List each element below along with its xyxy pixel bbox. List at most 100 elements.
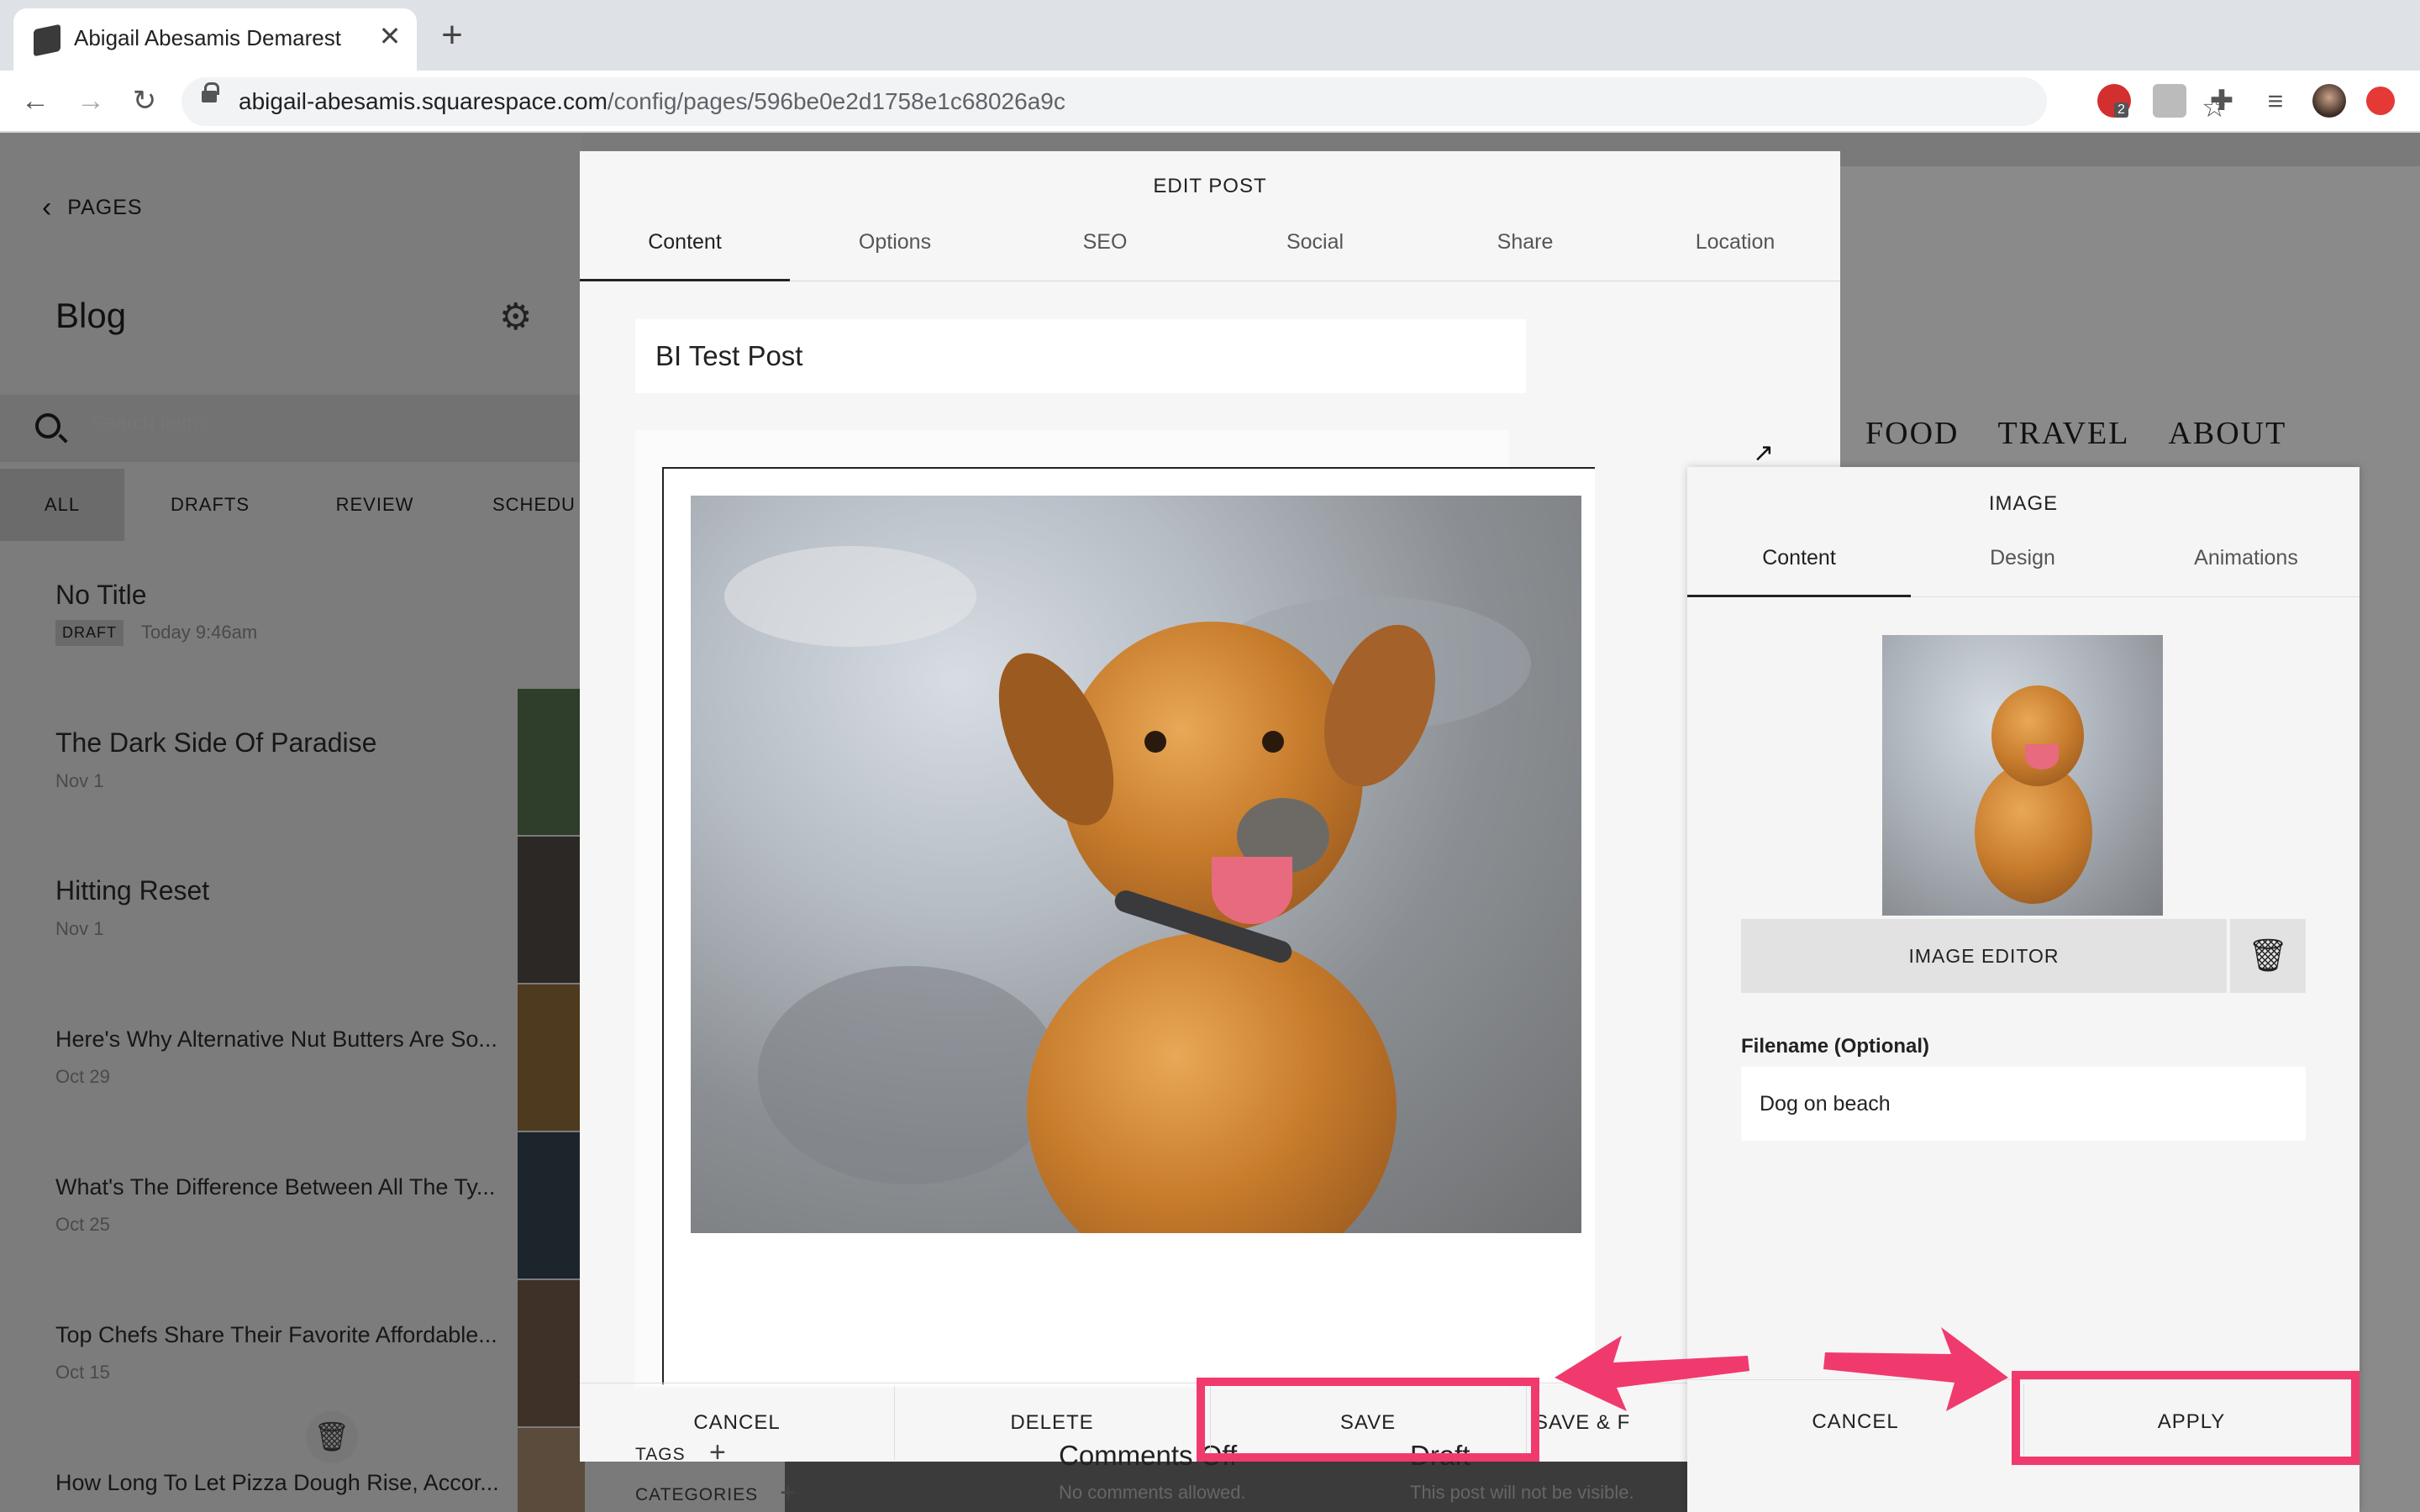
post-status-description: This post will not be visible. — [1410, 1482, 1634, 1503]
post-title: How Long To Let Pizza Dough Rise, Accor.… — [55, 1470, 499, 1495]
post-date: Oct 25 — [55, 1214, 110, 1235]
reload-icon[interactable]: ↻ — [126, 82, 163, 119]
url-text[interactable]: abigail-abesamis.squarespace.com/config/… — [239, 88, 1065, 115]
sand-shadow — [758, 966, 1060, 1184]
post-title: What's The Difference Between All The Ty… — [55, 1174, 496, 1200]
arrow-right-icon — [1823, 1327, 2008, 1411]
dog-body — [1027, 932, 1397, 1233]
expand-icon[interactable]: ↗ — [1753, 438, 1774, 468]
tab-content[interactable]: Content — [1687, 546, 1911, 570]
post-date: Oct 29 — [55, 1066, 110, 1087]
update-alert-icon[interactable] — [2366, 87, 2395, 115]
categories-label: CATEGORIES — [635, 1485, 759, 1504]
browser-toolbar: ← → ↻ abigail-abesamis.squarespace.com/c… — [0, 71, 2420, 133]
chevron-left-icon: ‹ — [42, 192, 53, 223]
nav-travel[interactable]: TRAVEL — [1997, 416, 2129, 451]
tab-social[interactable]: Social — [1210, 230, 1420, 255]
back-arrow-icon[interactable]: ← — [17, 82, 54, 119]
tab-design[interactable]: Design — [1911, 546, 2134, 570]
add-category-icon[interactable]: + — [780, 1477, 797, 1509]
list-item[interactable]: How Long To Let Pizza Dough Rise, Accor.… — [55, 1470, 499, 1496]
url-host: abigail-abesamis.squarespace.com — [239, 88, 608, 114]
back-link-label: PAGES — [67, 196, 143, 219]
filter-tab-scheduled[interactable]: SCHEDU — [492, 469, 581, 541]
post-thumbnail — [518, 1428, 585, 1512]
dog-on-beach-image[interactable] — [691, 496, 1581, 1233]
filename-label: Filename (Optional) — [1741, 1035, 1930, 1058]
cancel-button[interactable]: CANCEL — [580, 1386, 894, 1460]
squarespace-favicon-icon — [34, 24, 60, 57]
url-path: /config/pages/596be0e2d1758e1c68026a9c — [607, 88, 1065, 114]
site-navigation: FOOD TRAVEL ABOUT — [1865, 415, 2325, 452]
pages-sidebar — [0, 133, 581, 1512]
page-title: Blog — [55, 296, 127, 335]
apply-highlight-box — [2012, 1371, 2360, 1465]
dialog-title: EDIT POST — [1153, 175, 1267, 197]
post-thumbnail — [518, 837, 585, 983]
address-bar[interactable]: abigail-abesamis.squarespace.com/config/… — [182, 77, 2227, 126]
list-item[interactable]: Here's Why Alternative Nut Butters Are S… — [55, 1026, 497, 1088]
image-editor-button[interactable]: IMAGE EDITOR — [1741, 919, 2227, 993]
list-item[interactable]: What's The Difference Between All The Ty… — [55, 1174, 495, 1236]
lock-icon — [202, 82, 219, 102]
tab-title: Abigail Abesamis Demarest — [74, 25, 341, 50]
dog-eye — [1144, 731, 1166, 753]
save-highlight-box — [1197, 1378, 1539, 1462]
search-icon — [35, 413, 60, 438]
panel-title: IMAGE — [1988, 492, 2059, 515]
trash-icon[interactable]: 🗑 — [2230, 919, 2306, 993]
comments-description: No comments allowed. — [1059, 1482, 1246, 1503]
post-thumbnail — [518, 689, 585, 835]
list-item[interactable]: The Dark Side Of Paradise Nov 1 — [55, 727, 376, 792]
tab-seo[interactable]: SEO — [1000, 230, 1210, 255]
post-date: Nov 1 — [55, 918, 104, 939]
list-item[interactable]: No Title — [55, 580, 146, 611]
nav-food[interactable]: FOOD — [1865, 416, 1959, 451]
nav-about[interactable]: ABOUT — [2168, 416, 2286, 451]
filter-tab-review[interactable]: REVIEW — [316, 469, 434, 541]
post-title: Top Chefs Share Their Favorite Affordabl… — [55, 1322, 497, 1347]
post-date: Nov 1 — [55, 770, 104, 791]
browser-tab[interactable]: Abigail Abesamis Demarest ✕ — [13, 8, 417, 71]
image-thumbnail[interactable] — [1882, 635, 2163, 916]
tab-location[interactable]: Location — [1630, 230, 1840, 255]
profile-avatar[interactable] — [2312, 84, 2346, 118]
filter-tab-all[interactable]: ALL — [0, 469, 124, 541]
extension-gray-icon[interactable] — [2153, 84, 2186, 118]
media-queue-icon[interactable]: ≡ — [2259, 84, 2292, 118]
new-tab-button[interactable]: + — [434, 17, 471, 54]
extension-badge: 2 — [2114, 102, 2128, 118]
annotation-arrows — [1555, 1327, 2008, 1411]
arrow-left-icon — [1555, 1336, 1749, 1411]
tab-share[interactable]: Share — [1420, 230, 1630, 255]
filter-tab-drafts[interactable]: DRAFTS — [151, 469, 269, 541]
list-item[interactable]: Top Chefs Share Their Favorite Affordabl… — [55, 1322, 497, 1383]
search-input[interactable] — [91, 412, 561, 435]
back-to-pages-link[interactable]: ‹ PAGES — [42, 192, 143, 224]
post-date: Today 9:46am — [141, 622, 258, 643]
delete-button[interactable]: DELETE — [894, 1386, 1210, 1460]
post-title: The Dark Side Of Paradise — [55, 727, 377, 758]
dog-eye — [1262, 731, 1284, 753]
puzzle-extensions-icon[interactable]: ✚ — [2205, 84, 2238, 118]
filter-tabs: ALL DRAFTS REVIEW SCHEDU — [0, 469, 581, 541]
trash-icon[interactable]: 🗑 — [306, 1411, 358, 1463]
post-thumbnail — [518, 1132, 585, 1278]
dog-tongue — [1212, 857, 1292, 924]
dog-tongue — [2025, 744, 2059, 769]
draft-badge: DRAFT — [55, 620, 124, 646]
tab-animations[interactable]: Animations — [2134, 546, 2358, 570]
tab-options[interactable]: Options — [790, 230, 1000, 255]
post-title-input[interactable] — [635, 319, 1526, 393]
gear-icon[interactable]: ⚙ — [499, 296, 532, 339]
post-thumbnail — [518, 984, 585, 1131]
close-tab-icon[interactable]: ✕ — [373, 20, 407, 52]
search-bar — [0, 395, 581, 462]
filename-input[interactable] — [1741, 1067, 2306, 1141]
list-item[interactable]: Hitting Reset Nov 1 — [55, 875, 209, 940]
extension-red-icon[interactable]: 2 — [2097, 84, 2131, 118]
post-title: No Title — [55, 580, 147, 610]
active-tab-indicator — [1687, 595, 1911, 597]
tab-content[interactable]: Content — [580, 230, 790, 255]
forward-arrow-icon[interactable]: → — [72, 82, 109, 119]
